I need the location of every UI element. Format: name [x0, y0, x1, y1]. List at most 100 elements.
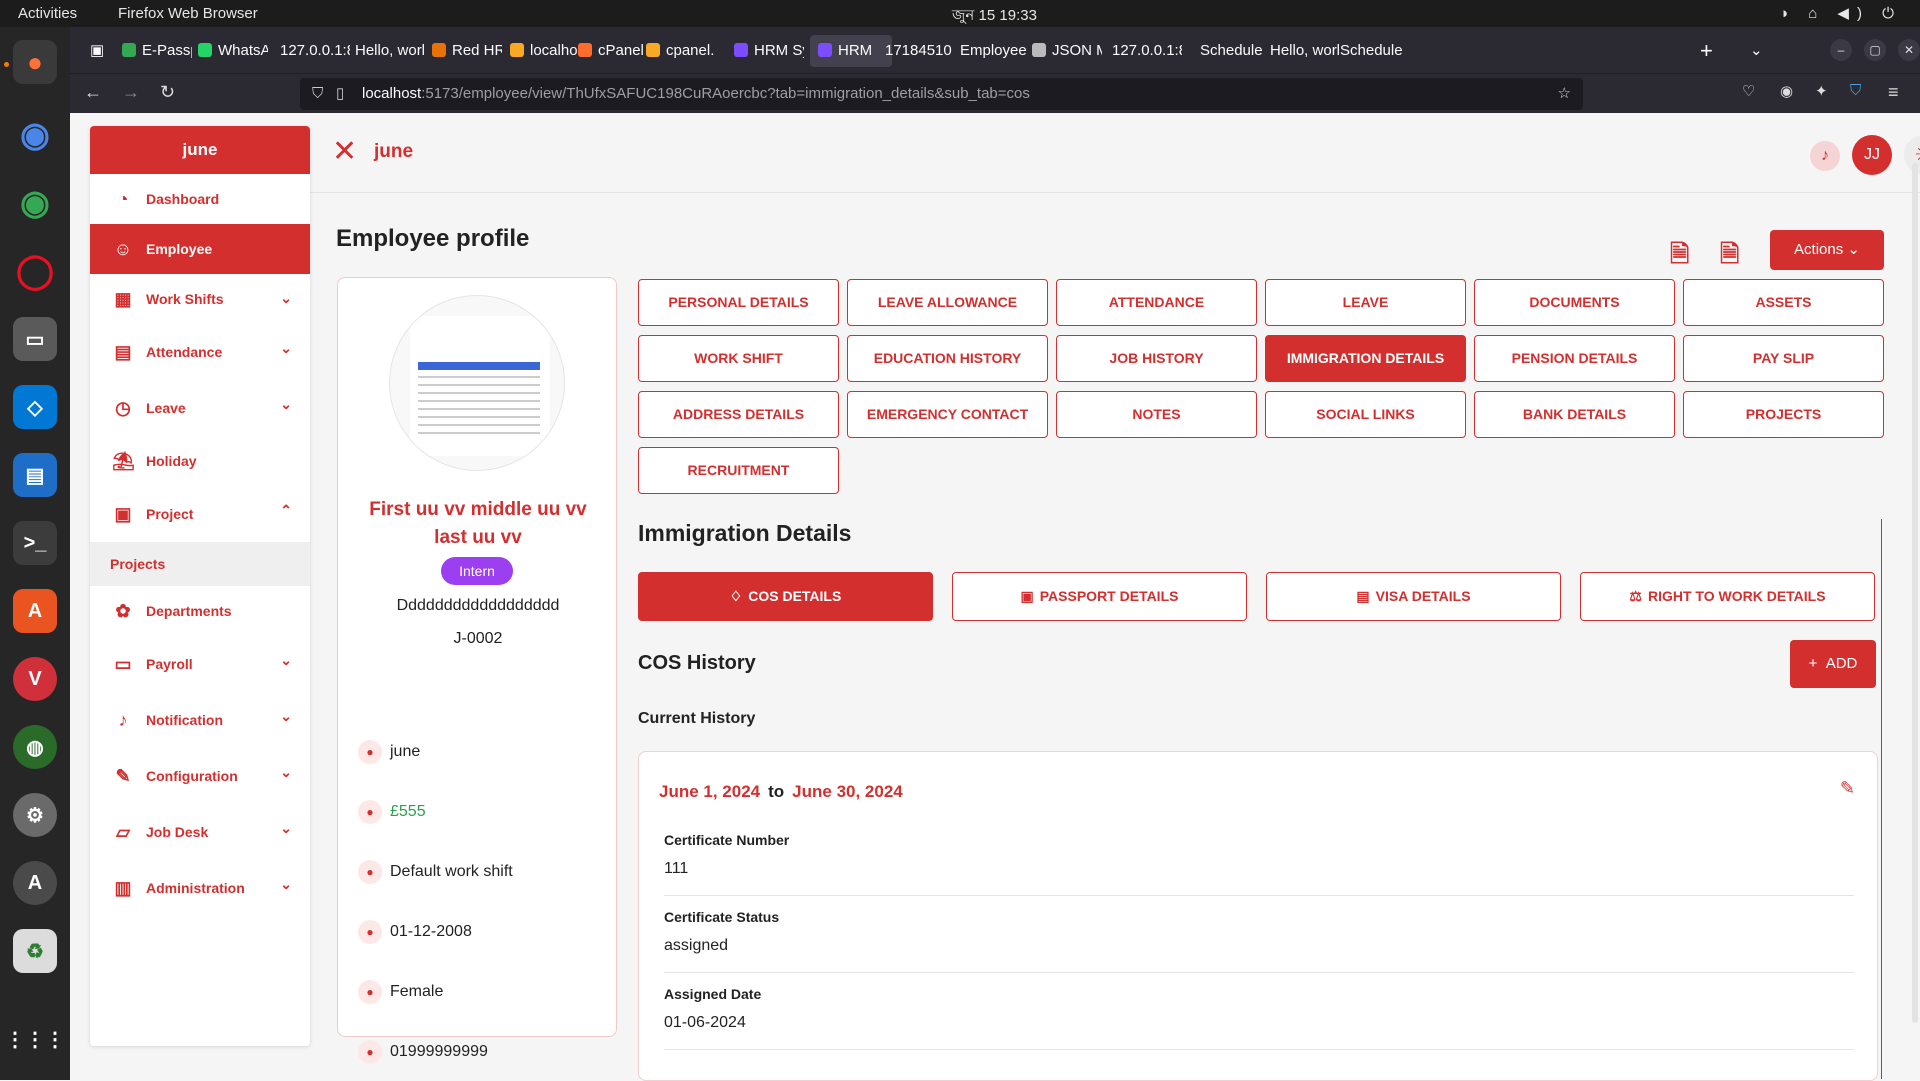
close-window-icon[interactable]: ✕ — [1898, 39, 1920, 61]
maximize-icon[interactable]: ▢ — [1864, 39, 1886, 61]
sidebar-subitem-projects[interactable]: Projects — [90, 542, 310, 586]
tab-bank-details[interactable]: BANK DETAILS — [1474, 391, 1675, 438]
updater-icon[interactable]: A — [13, 861, 57, 905]
sidebar-item-dashboard[interactable]: ◔ Dashboard — [90, 174, 310, 224]
profile-photo[interactable] — [389, 295, 565, 471]
tab-immigration-details[interactable]: IMMIGRATION DETAILS — [1265, 335, 1466, 382]
subtab-right-to-work-details[interactable]: ⚖ RIGHT TO WORK DETAILS — [1580, 572, 1875, 621]
browser-tab[interactable]: Hello, worl — [1270, 35, 1340, 67]
globe-app-icon[interactable]: ◍ — [13, 725, 57, 769]
system-clock[interactable]: জুন 15 19:33 — [952, 4, 1037, 29]
menu-icon[interactable]: ≡ — [1888, 82, 1899, 103]
browser-tab[interactable]: E-Passp — [122, 35, 192, 67]
tab-pay-slip[interactable]: PAY SLIP — [1683, 335, 1884, 382]
tab-work-shift[interactable]: WORK SHIFT — [638, 335, 839, 382]
app-menu-label[interactable]: Firefox Web Browser — [118, 5, 258, 22]
sidebar-item-project[interactable]: ▣ Project ⌃ — [90, 486, 310, 542]
tab-pension-details[interactable]: PENSION DETAILS — [1474, 335, 1675, 382]
account-icon[interactable]: ◉ — [1780, 82, 1793, 100]
bitwarden-icon[interactable]: ⛉ — [1850, 82, 1861, 99]
firefox-icon[interactable]: ● — [13, 40, 57, 84]
sidebar-item-holiday[interactable]: ⛱ Holiday — [90, 436, 310, 486]
sidebar-item-configuration[interactable]: ✎ Configuration ⌄ — [90, 748, 310, 804]
subtab-cos-details[interactable]: ♢ COS DETAILS — [638, 572, 933, 621]
browser-tab[interactable]: HRM Sy — [734, 35, 804, 67]
browser-tab[interactable]: Schedule — [1200, 35, 1270, 67]
tab-assets[interactable]: ASSETS — [1683, 279, 1884, 326]
vscode-icon[interactable]: ◇ — [13, 385, 57, 429]
tab-leave-allowance[interactable]: LEAVE ALLOWANCE — [847, 279, 1048, 326]
tab-recruitment[interactable]: RECRUITMENT — [638, 447, 839, 494]
browser-tab[interactable]: HRM — [810, 35, 892, 67]
browser-tab[interactable]: JSON M — [1032, 35, 1102, 67]
activities-button[interactable]: Activities — [18, 5, 77, 22]
sidebar-item-employee[interactable]: ☺ Employee — [90, 224, 310, 274]
opera-icon[interactable]: ◯ — [13, 249, 57, 293]
files-icon[interactable]: ▭ — [13, 317, 57, 361]
export-csv-icon[interactable]: 🗎 — [1720, 237, 1739, 278]
sidebar-item-job-desk[interactable]: ▱ Job Desk ⌄ — [90, 804, 310, 860]
tab-social-links[interactable]: SOCIAL LINKS — [1265, 391, 1466, 438]
document-viewer-icon[interactable]: ▤ — [13, 453, 57, 497]
user-avatar[interactable]: JJ — [1852, 135, 1892, 175]
subtab-visa-details[interactable]: ▤ VISA DETAILS — [1266, 572, 1561, 621]
tab-list-chevron-icon[interactable]: ⌄ — [1750, 35, 1763, 67]
pocket-icon[interactable]: ♡ — [1742, 82, 1755, 100]
browser-tab[interactable]: 127.0.0.1:8 — [280, 35, 350, 67]
bookmark-star-icon[interactable]: ☆ — [1558, 78, 1571, 110]
notification-bell-icon[interactable]: ♪ — [1810, 141, 1840, 171]
close-drawer-icon[interactable]: ✕ — [332, 137, 357, 167]
add-cos-button[interactable]: + ADD — [1790, 640, 1876, 688]
sidebar-item-leave[interactable]: ◷ Leave ⌄ — [90, 380, 310, 436]
sidebar-item-payroll[interactable]: ▭ Payroll ⌄ — [90, 636, 310, 692]
actions-button[interactable]: Actions ⌄ — [1770, 230, 1884, 270]
show-apps-icon[interactable]: ⋮⋮⋮ — [5, 1017, 65, 1061]
vivaldi-icon[interactable]: V — [13, 657, 57, 701]
sidebar-item-notification[interactable]: ♪ Notification ⌄ — [90, 692, 310, 748]
browser-tab[interactable]: cpanel. — [646, 35, 716, 67]
terminal-icon[interactable]: >_ — [13, 521, 57, 565]
tab-address-details[interactable]: ADDRESS DETAILS — [638, 391, 839, 438]
sidebar-item-work-shifts[interactable]: ▦ Work Shifts ⌄ — [90, 274, 310, 324]
system-tray-icons[interactable]: ◑ ⌂ ◀) ⏻ — [1779, 4, 1902, 22]
browser-tab[interactable]: localho — [510, 35, 580, 67]
browser-tab[interactable]: 17184510 — [885, 35, 955, 67]
sidebar-item-attendance[interactable]: ▤ Attendance ⌄ — [90, 324, 310, 380]
tab-leave[interactable]: LEAVE — [1265, 279, 1466, 326]
software-center-icon[interactable]: A — [13, 589, 57, 633]
reload-icon[interactable]: ↻ — [160, 82, 175, 103]
tab-attendance[interactable]: ATTENDANCE — [1056, 279, 1257, 326]
sidebar-item-departments[interactable]: ✿ Departments — [90, 586, 310, 636]
sidebar-item-administration[interactable]: ▥ Administration ⌄ — [90, 860, 310, 916]
tab-emergency-contact[interactable]: EMERGENCY CONTACT — [847, 391, 1048, 438]
trash-icon[interactable]: ♻ — [13, 929, 57, 973]
shield-icon[interactable]: ⛉ — [312, 78, 323, 110]
export-pdf-icon[interactable]: 🗎 — [1670, 237, 1689, 278]
tab-job-history[interactable]: JOB HISTORY — [1056, 335, 1257, 382]
browser-tab[interactable]: WhatsA — [198, 35, 268, 67]
browser-tab[interactable]: Hello, worl — [355, 35, 425, 67]
browser-tab[interactable]: cPanel — [578, 35, 648, 67]
forward-icon[interactable]: → — [122, 82, 140, 103]
extensions-icon[interactable]: ✦ — [1815, 82, 1828, 100]
tab-overview-icon[interactable]: ▣ — [90, 35, 114, 67]
tab-notes[interactable]: NOTES — [1056, 391, 1257, 438]
back-icon[interactable]: ← — [84, 82, 102, 103]
browser-tab[interactable]: Employee — [960, 35, 1030, 67]
url-bar[interactable]: ⛉ ▯ localhost:5173/employee/view/ThUfxSA… — [300, 78, 1583, 110]
subtab-passport-details[interactable]: ▣ PASSPORT DETAILS — [952, 572, 1247, 621]
browser-tab[interactable]: 127.0.0.1:8 — [1112, 35, 1182, 67]
browser-tab[interactable]: Red HR — [432, 35, 502, 67]
tab-personal-details[interactable]: PERSONAL DETAILS — [638, 279, 839, 326]
new-tab-icon[interactable]: + — [1700, 35, 1713, 67]
browser-tab[interactable]: Schedule — [1340, 35, 1410, 67]
edit-pencil-icon[interactable]: ✎ — [1840, 778, 1855, 799]
page-scrollbar[interactable] — [1912, 163, 1918, 1023]
minimize-icon[interactable]: – — [1830, 39, 1852, 61]
chrome-icon[interactable]: ◉ — [13, 181, 57, 225]
tab-documents[interactable]: DOCUMENTS — [1474, 279, 1675, 326]
tab-education-history[interactable]: EDUCATION HISTORY — [847, 335, 1048, 382]
tab-projects[interactable]: PROJECTS — [1683, 391, 1884, 438]
chromium-icon[interactable]: ◉ — [13, 113, 57, 157]
settings-icon[interactable]: ⚙ — [13, 793, 57, 837]
